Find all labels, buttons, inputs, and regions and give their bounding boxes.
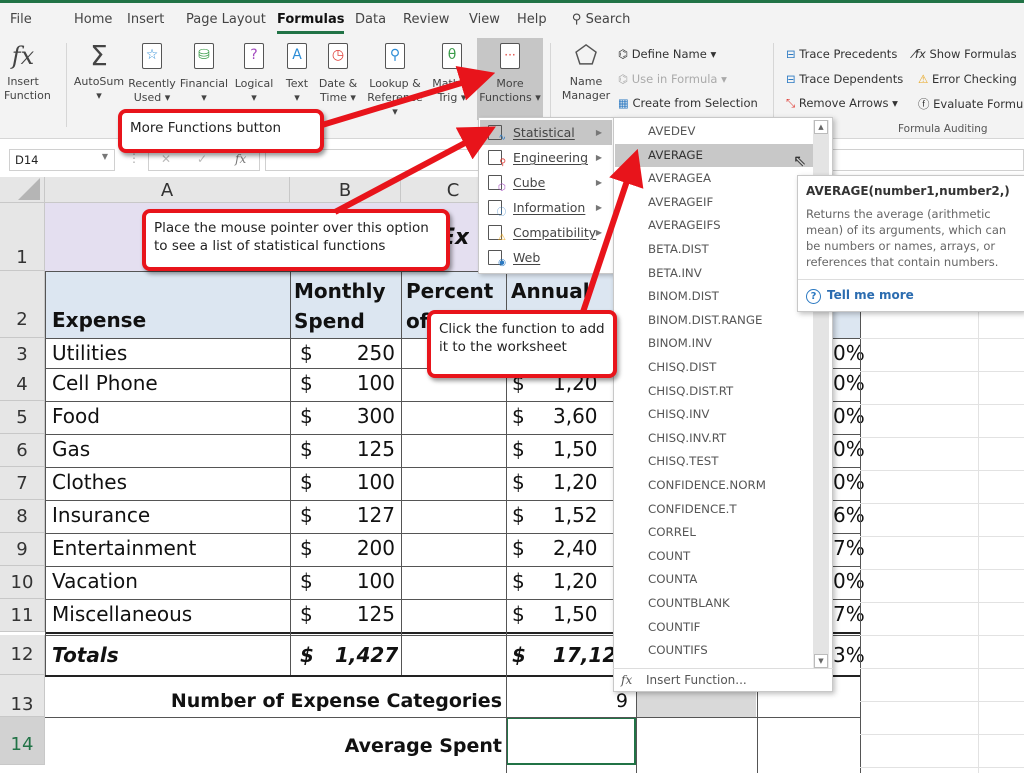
arrow-to-statistical xyxy=(333,126,496,215)
arrow-to-more-functions xyxy=(321,65,496,128)
annotation-arrows xyxy=(321,65,644,313)
arrow-to-average xyxy=(580,148,644,313)
